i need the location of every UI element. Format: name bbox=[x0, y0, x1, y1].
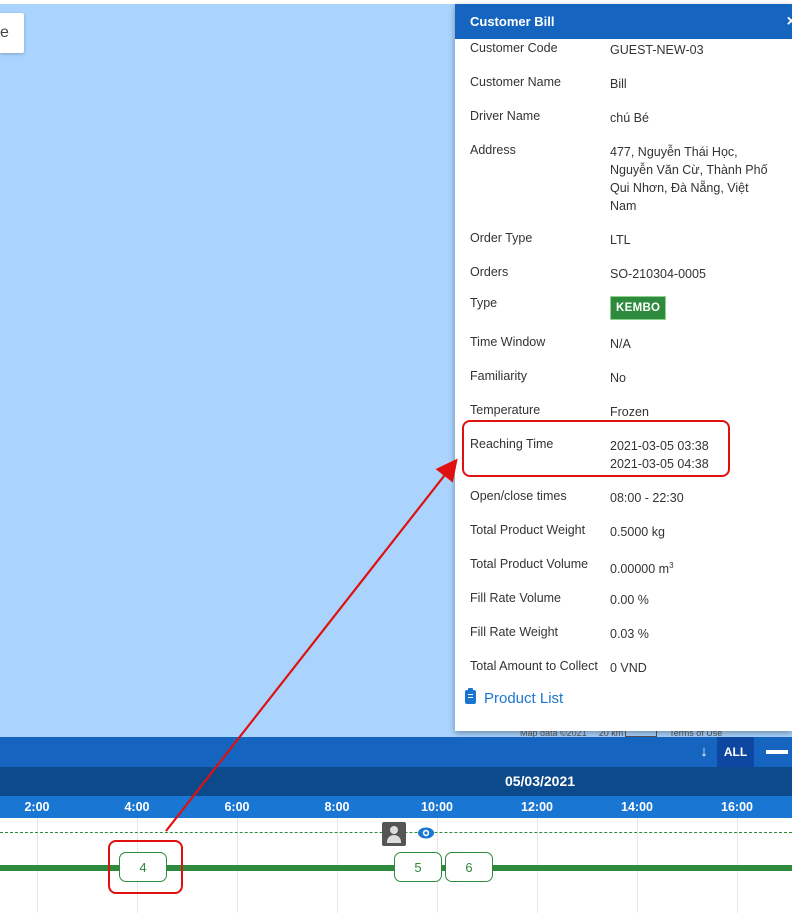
detail-value: N/A bbox=[610, 335, 770, 353]
detail-value-text: 0.00 % bbox=[610, 593, 649, 607]
customer-bill-panel: Customer Code GUEST-NEW-03 Customer Name Bi… bbox=[455, 4, 792, 731]
all-button[interactable]: ALL bbox=[717, 737, 754, 767]
detail-label: Orders bbox=[470, 265, 509, 279]
highlight-stop-4 bbox=[108, 840, 183, 894]
hour-label: 4:00 bbox=[124, 800, 150, 814]
detail-value: chú Bé bbox=[610, 109, 770, 127]
detail-label: Total Amount to Collect bbox=[470, 659, 598, 673]
detail-value: Frozen bbox=[610, 403, 770, 421]
detail-value-text: Bill bbox=[610, 77, 627, 91]
detail-label: Temperature bbox=[470, 403, 541, 417]
detail-value-text: N/A bbox=[610, 337, 631, 351]
detail-value: Bill bbox=[610, 75, 770, 93]
detail-label: Customer Name bbox=[470, 75, 561, 89]
detail-label: Fill Rate Weight bbox=[470, 625, 558, 639]
detail-value-text: SO-210304-0005 bbox=[610, 267, 706, 281]
detail-label: Open/close times bbox=[470, 489, 567, 503]
detail-value-text: 477, Nguyễn Thái Học, Nguyễn Văn Cừ, Thà… bbox=[610, 145, 768, 213]
hour-label: 12:00 bbox=[521, 800, 553, 814]
close-icon[interactable]: × bbox=[787, 4, 792, 39]
detail-value-text: LTL bbox=[610, 233, 631, 247]
detail-label: Order Type bbox=[470, 231, 533, 245]
hour-label: 6:00 bbox=[224, 800, 250, 814]
detail-label: Total Product Volume bbox=[470, 557, 589, 571]
timeline-toolbar bbox=[0, 737, 792, 767]
stop-marker[interactable]: 5 bbox=[394, 852, 442, 882]
arrow-down-icon[interactable]: ↓ bbox=[693, 737, 715, 767]
detail-label: Time Window bbox=[470, 335, 546, 349]
timeline-date: 05/03/2021 bbox=[504, 773, 576, 789]
detail-value: 0 VND bbox=[610, 659, 770, 677]
detail-value: 0.00000 m3 bbox=[610, 557, 770, 578]
hour-label: 2:00 bbox=[24, 800, 50, 814]
detail-label: Familiarity bbox=[470, 369, 527, 383]
detail-value-text: 0 VND bbox=[610, 661, 647, 675]
driver-avatar-icon[interactable] bbox=[382, 822, 406, 846]
clipboard-icon bbox=[465, 688, 476, 704]
detail-label: Customer Code bbox=[470, 41, 558, 55]
detail-value: LTL bbox=[610, 231, 770, 249]
detail-value-text: 0.5000 kg bbox=[610, 525, 665, 539]
hour-label: 10:00 bbox=[421, 800, 453, 814]
detail-value: GUEST-NEW-03 bbox=[610, 41, 770, 59]
detail-label: Fill Rate Volume bbox=[470, 591, 562, 605]
panel-header: Customer Bill × bbox=[455, 4, 792, 39]
detail-label: Address bbox=[470, 143, 516, 157]
hour-label: 8:00 bbox=[324, 800, 350, 814]
detail-value: SO-210304-0005 bbox=[610, 265, 770, 283]
detail-value: 0.03 % bbox=[610, 625, 770, 643]
hour-label: 14:00 bbox=[621, 800, 653, 814]
detail-value: KEMBO bbox=[610, 296, 770, 320]
detail-value: No bbox=[610, 369, 770, 387]
detail-value-text: 0.03 % bbox=[610, 627, 649, 641]
highlight-reaching-time bbox=[462, 420, 730, 477]
detail-label: Type bbox=[470, 296, 498, 310]
detail-value-text: 08:00 - 22:30 bbox=[610, 491, 684, 505]
detail-value: 0.5000 kg bbox=[610, 523, 770, 541]
detail-value: 08:00 - 22:30 bbox=[610, 489, 770, 507]
hour-label: 16:00 bbox=[721, 800, 753, 814]
product-list-link[interactable]: Product List bbox=[465, 688, 564, 707]
panel-title: Customer Bill bbox=[470, 14, 555, 29]
detail-label: Driver Name bbox=[470, 109, 541, 123]
detail-value-text: No bbox=[610, 371, 626, 385]
collapse-button[interactable] bbox=[762, 737, 792, 767]
detail-value-text: Frozen bbox=[610, 405, 649, 419]
detail-value-text: GUEST-NEW-03 bbox=[610, 43, 704, 57]
date-bar bbox=[0, 767, 792, 796]
detail-value-text: 0.00000 m bbox=[610, 562, 670, 577]
unit-superscript: 3 bbox=[669, 561, 674, 570]
detail-value: 0.00 % bbox=[610, 591, 770, 609]
stop-marker[interactable]: 6 bbox=[445, 852, 493, 882]
type-badge: KEMBO bbox=[610, 296, 667, 320]
map-type-control[interactable]: e bbox=[0, 13, 24, 53]
view-icon[interactable] bbox=[417, 826, 435, 840]
detail-label: Total Product Weight bbox=[470, 523, 586, 537]
detail-value: 477, Nguyễn Thái Học, Nguyễn Văn Cừ, Thà… bbox=[610, 143, 770, 215]
product-list-label: Product List bbox=[484, 690, 564, 707]
map-control-label: e bbox=[0, 24, 9, 41]
detail-value-text: chú Bé bbox=[610, 111, 649, 125]
